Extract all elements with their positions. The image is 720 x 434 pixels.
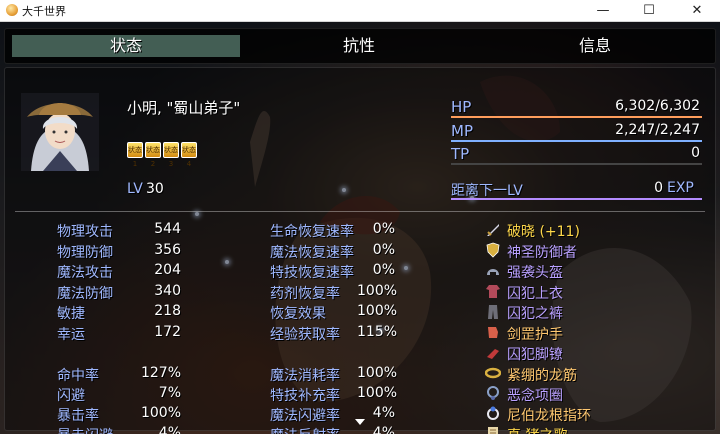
tp-label: TP — [451, 145, 470, 163]
sparam-rec-value: 100% — [357, 303, 398, 319]
xparam-cri-label: 暴击率 — [57, 408, 99, 424]
state-icon: 状态3 — [163, 142, 179, 168]
sparam-pha-value: 100% — [357, 283, 398, 299]
sparam-mrf-label: 魔法反射率 — [270, 425, 340, 434]
xparam-cri-value: 100% — [140, 405, 181, 421]
shirt-icon — [486, 285, 500, 298]
sparam-mcr-label: 魔法消耗率 — [270, 368, 340, 384]
sparam-tcr-value: 100% — [357, 385, 398, 401]
equip-weapon[interactable]: 破晓 (+11) — [507, 221, 580, 241]
xparam-eva-label: 闪避 — [57, 388, 85, 404]
sparam-exr-label: 经验获取率 — [270, 327, 340, 343]
sparam-pha-label: 药剂恢复率 — [270, 286, 340, 302]
param-agi-value: 218 — [154, 303, 181, 319]
helmet-icon — [487, 269, 499, 275]
tp-value: 0 — [691, 145, 700, 161]
close-button[interactable]: ✕ — [674, 0, 720, 22]
sparam-rec-label: 恢复效果 — [270, 306, 326, 322]
equip-shield[interactable]: 神圣防御者 — [507, 242, 577, 262]
sparam-hrg-label: 生命恢复速率 — [270, 224, 354, 240]
gauntlet-icon — [488, 327, 498, 338]
equip-helmet[interactable]: 强袭头盔 — [507, 262, 563, 282]
xparam-cev-value: 4% — [158, 425, 181, 434]
state-icon: 状态2 — [145, 142, 161, 168]
equip-gloves[interactable]: 剑罡护手 — [507, 324, 563, 344]
hp-gauge — [451, 116, 702, 118]
tp-gauge — [451, 163, 702, 165]
exp-unit: EXP — [667, 180, 694, 196]
exp-value: 0 — [654, 180, 663, 196]
sparam-mrg-value: 0% — [372, 242, 395, 258]
equip-armor[interactable]: 囚犯上衣 — [507, 283, 563, 303]
param-mat-label: 魔法攻击 — [57, 265, 113, 281]
param-mdf-value: 340 — [154, 283, 181, 299]
sparam-exr-value: 115% — [357, 324, 398, 340]
mp-value: 2,247/2,247 — [615, 122, 700, 138]
status-panel: 小明, "蜀山弟子" 状态1 状态2 状态3 状态4 LV 30 HP 6,30… — [4, 67, 716, 434]
hp-label: HP — [451, 98, 472, 116]
tab-status[interactable]: 状态 — [12, 35, 240, 57]
xparam-cev-label: 暴击闪避 — [57, 425, 113, 434]
maximize-button[interactable]: ☐ — [626, 0, 672, 22]
shackle-icon — [487, 349, 499, 359]
exp-label: 距离下一LV — [451, 183, 523, 199]
scroll-down-arrow[interactable] — [355, 419, 365, 425]
sparam-mcr-value: 100% — [357, 365, 398, 381]
param-atk-value: 544 — [154, 221, 181, 237]
scroll-icon — [488, 427, 498, 434]
param-def-label: 物理防御 — [57, 245, 113, 261]
equip-ring[interactable]: 尼伯龙根指环 — [507, 405, 591, 425]
equip-pants[interactable]: 囚犯之裤 — [507, 303, 563, 323]
param-mdf-label: 魔法防御 — [57, 286, 113, 302]
tab-resistance[interactable]: 抗性 — [245, 35, 473, 57]
collar-icon — [487, 386, 499, 400]
tab-info[interactable]: 信息 — [481, 35, 709, 57]
param-atk-label: 物理攻击 — [57, 224, 113, 240]
state-icon: 状态4 — [181, 142, 197, 168]
sparam-mrf-value: 4% — [372, 425, 395, 434]
window-title: 大千世界 — [22, 5, 66, 18]
equip-necklace[interactable]: 恶念项圈 — [507, 385, 563, 405]
equip-belt[interactable]: 紧绷的龙筋 — [507, 365, 577, 385]
sparam-mev-label: 魔法闪避率 — [270, 408, 340, 424]
equip-shoes[interactable]: 囚犯脚镣 — [507, 344, 563, 364]
sparam-tcr-label: 特技补充率 — [270, 388, 340, 404]
minimize-button[interactable]: — — [580, 0, 626, 22]
shield-icon — [486, 242, 500, 258]
actor-portrait — [21, 93, 99, 171]
exp-gauge — [451, 198, 702, 200]
hp-value: 6,302/6,302 — [615, 98, 700, 114]
sword-icon — [487, 224, 499, 236]
xparam-eva-value: 7% — [158, 385, 181, 401]
ring-icon — [487, 406, 499, 420]
sparam-hrg-value: 0% — [372, 221, 395, 237]
pants-icon — [488, 305, 498, 319]
param-agi-label: 敏捷 — [57, 306, 85, 322]
sparam-trg-value: 0% — [372, 262, 395, 278]
divider — [15, 211, 705, 212]
param-def-value: 356 — [154, 242, 181, 258]
mp-gauge — [451, 140, 702, 142]
sparam-trg-label: 特技恢复速率 — [270, 265, 354, 281]
level-value: 30 — [146, 181, 164, 197]
command-tabs: 状态 抗性 信息 — [4, 28, 716, 64]
window-titlebar: 大千世界 — ☐ ✕ — [0, 0, 720, 22]
belt-icon — [485, 367, 501, 379]
app-icon — [6, 4, 18, 16]
equip-accessory[interactable]: 真·猪之歌 — [507, 425, 567, 434]
actor-name: 小明, "蜀山弟子" — [127, 99, 241, 117]
param-mat-value: 204 — [154, 262, 181, 278]
xparam-hit-label: 命中率 — [57, 368, 99, 384]
mp-label: MP — [451, 122, 473, 140]
param-luk-value: 172 — [154, 324, 181, 340]
game-screen: 状态 抗性 信息 小明, "蜀山弟子" 状态1 状态2 状态3 状态4 LV 3… — [0, 22, 720, 434]
sparam-mrg-label: 魔法恢复速率 — [270, 245, 354, 261]
level-label: LV — [127, 181, 143, 197]
param-luk-label: 幸运 — [57, 327, 85, 343]
state-icon: 状态1 — [127, 142, 143, 168]
xparam-hit-value: 127% — [140, 365, 181, 381]
